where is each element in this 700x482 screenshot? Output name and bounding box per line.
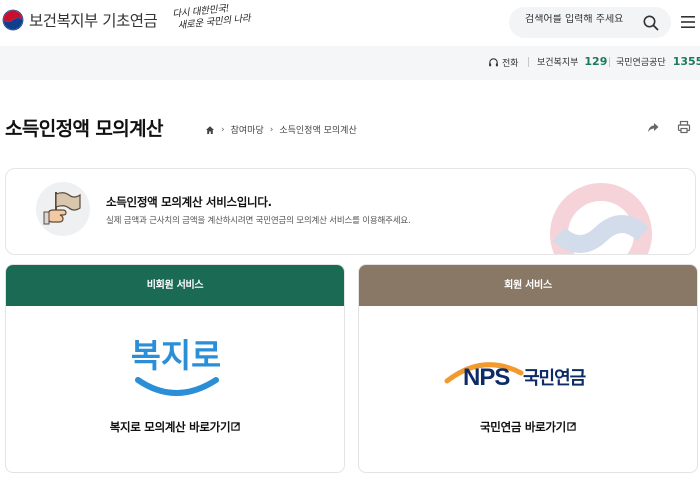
contact-number: 129 — [584, 55, 608, 68]
nps-link[interactable]: 국민연금 바로가기 — [359, 419, 697, 435]
bokjiro-link-text: 복지로 모의계산 바로가기 — [109, 420, 231, 434]
card-header: 비회원 서비스 — [6, 265, 344, 306]
government-emblem-icon — [2, 9, 24, 31]
page-title: 소득인정액 모의계산 — [5, 118, 164, 140]
card-member: 회원 서비스 NPS 국민연금 국민연금 바로가기 — [358, 264, 698, 473]
chevron-right-icon: › — [221, 124, 225, 135]
info-box: 소득인정액 모의계산 서비스입니다. 실제 금액과 근사치의 금액을 계산하시려… — [5, 168, 696, 255]
nps-logo[interactable]: NPS 국민연금 — [441, 355, 621, 399]
headset-icon — [489, 58, 498, 67]
bokjiro-logo[interactable]: 복지로 — [132, 327, 220, 401]
search-icon[interactable] — [642, 14, 660, 32]
hamburger-menu-icon[interactable] — [680, 14, 696, 30]
divider — [528, 57, 529, 67]
nps-link-text: 국민연금 바로가기 — [480, 420, 566, 434]
card-header: 회원 서비스 — [359, 265, 697, 306]
government-emblem-watermark — [550, 183, 652, 254]
info-illustration — [36, 182, 90, 236]
breadcrumb-item[interactable]: 참여마당 — [231, 123, 264, 136]
search-box — [509, 7, 671, 38]
site-header: 보건복지부 기초연금 다시 대한민국! 새로운 국민의 나라 — [0, 0, 700, 46]
external-link-icon — [567, 422, 576, 431]
nps-logo-korean: 국민연금 — [523, 368, 586, 389]
contact-name: 보건복지부 — [537, 58, 579, 68]
info-description: 실제 금액과 근사치의 금액을 계산하시려면 국민연금의 모의계산 서비스를 이… — [106, 216, 411, 226]
search-input[interactable] — [525, 14, 635, 25]
info-title: 소득인정액 모의계산 서비스입니다. — [106, 195, 272, 209]
contact-name: 국민연금공단 — [616, 58, 666, 68]
breadcrumb: › 참여마당 › 소득인정액 모의계산 — [205, 123, 357, 136]
contact-number: 1355 — [672, 55, 700, 68]
breadcrumb-item-current[interactable]: 소득인정액 모의계산 — [279, 123, 356, 136]
contact-bar: 전화 보건복지부 129 국민연금공단 1355 — [0, 46, 700, 80]
nps-logo-text: NPS — [463, 364, 510, 391]
share-icon[interactable] — [646, 120, 660, 134]
home-icon[interactable] — [205, 125, 215, 135]
divider — [609, 57, 610, 67]
contact-mohw[interactable]: 보건복지부 129 — [537, 55, 607, 68]
bokjiro-link[interactable]: 복지로 모의계산 바로가기 — [6, 419, 344, 435]
logo-text: 보건복지부 기초연금 — [29, 12, 158, 30]
external-link-icon — [231, 422, 240, 431]
bokjiro-logo-text: 복지로 — [132, 336, 220, 375]
site-logo[interactable]: 보건복지부 기초연금 — [2, 9, 158, 31]
phone-label-text: 전화 — [502, 59, 519, 69]
hand-flag-icon — [43, 192, 81, 225]
slogan: 다시 대한민국! 새로운 국민의 나라 — [172, 1, 251, 33]
card-non-member: 비회원 서비스 복지로 복지로 모의계산 바로가기 — [5, 264, 345, 473]
contact-nps[interactable]: 국민연금공단 1355 — [616, 55, 700, 68]
phone-label: 전화 — [488, 56, 519, 69]
print-icon[interactable] — [677, 120, 691, 134]
chevron-right-icon: › — [269, 124, 274, 135]
